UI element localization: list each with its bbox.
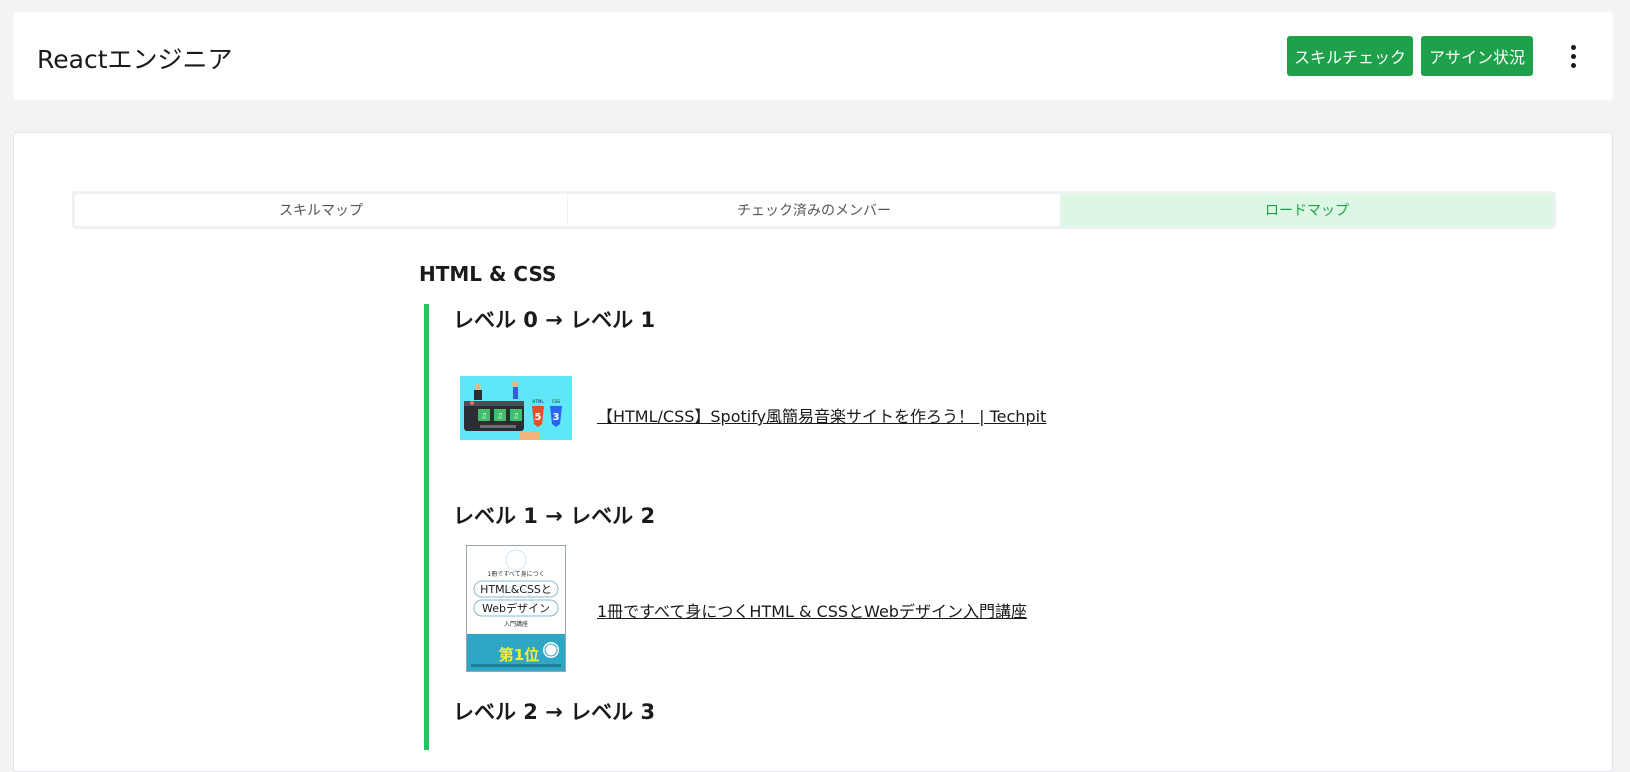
book-cover-thumbnail[interactable]: 1冊ですべて身につく HTML&CSSと Webデザイン 入門講座 第1位 [466, 545, 566, 672]
svg-text:5: 5 [535, 412, 542, 423]
svg-text:♫: ♫ [481, 412, 487, 420]
svg-text:第1位: 第1位 [499, 646, 539, 664]
assign-status-button[interactable]: アサイン状況 [1421, 36, 1533, 76]
level-title: レベル 1 → レベル 2 [453, 504, 656, 528]
tab-bar: スキルマップ チェック済みのメンバー ロードマップ [72, 191, 1556, 229]
tab-roadmap[interactable]: ロードマップ [1060, 194, 1553, 226]
svg-text:3: 3 [553, 412, 560, 423]
more-vertical-icon[interactable] [1561, 42, 1585, 70]
skill-check-button[interactable]: スキルチェック [1287, 36, 1413, 76]
spotify-course-illustration: ♫ ♫ ♫ 5 3 HTML CSS [460, 376, 572, 440]
roadmap-timeline-bar [424, 304, 429, 750]
level-title: レベル 2 → レベル 3 [453, 700, 656, 724]
tab-skill-map[interactable]: スキルマップ [75, 194, 567, 226]
svg-text:♫: ♫ [497, 412, 503, 420]
roadmap-section-title: HTML & CSS [419, 262, 557, 286]
level-title: レベル 0 → レベル 1 [453, 308, 656, 332]
svg-text:入門講座: 入門講座 [504, 620, 528, 628]
html-css-book-cover: 1冊ですべて身につく HTML&CSSと Webデザイン 入門講座 第1位 [467, 546, 565, 671]
page-title: Reactエンジニア [37, 45, 233, 74]
course-thumbnail[interactable]: ♫ ♫ ♫ 5 3 HTML CSS [460, 376, 572, 440]
svg-text:Webデザイン: Webデザイン [482, 601, 550, 615]
resource-link[interactable]: 1冊ですべて身につくHTML & CSSとWebデザイン入門講座 [597, 598, 1027, 622]
resource-link[interactable]: 【HTML/CSS】Spotify風簡易音楽サイトを作ろう！ | Techpit [597, 403, 1046, 427]
tab-checked-members[interactable]: チェック済みのメンバー [567, 194, 1060, 226]
svg-text:HTML: HTML [532, 399, 544, 404]
svg-text:1冊ですべて身につく: 1冊ですべて身につく [487, 570, 544, 578]
svg-text:♫: ♫ [513, 412, 519, 420]
page-header: Reactエンジニア スキルチェック アサイン状況 [13, 12, 1613, 100]
svg-text:HTML&CSSと: HTML&CSSと [480, 583, 552, 596]
svg-text:CSS: CSS [552, 399, 560, 404]
main-panel: スキルマップ チェック済みのメンバー ロードマップ [13, 132, 1613, 772]
